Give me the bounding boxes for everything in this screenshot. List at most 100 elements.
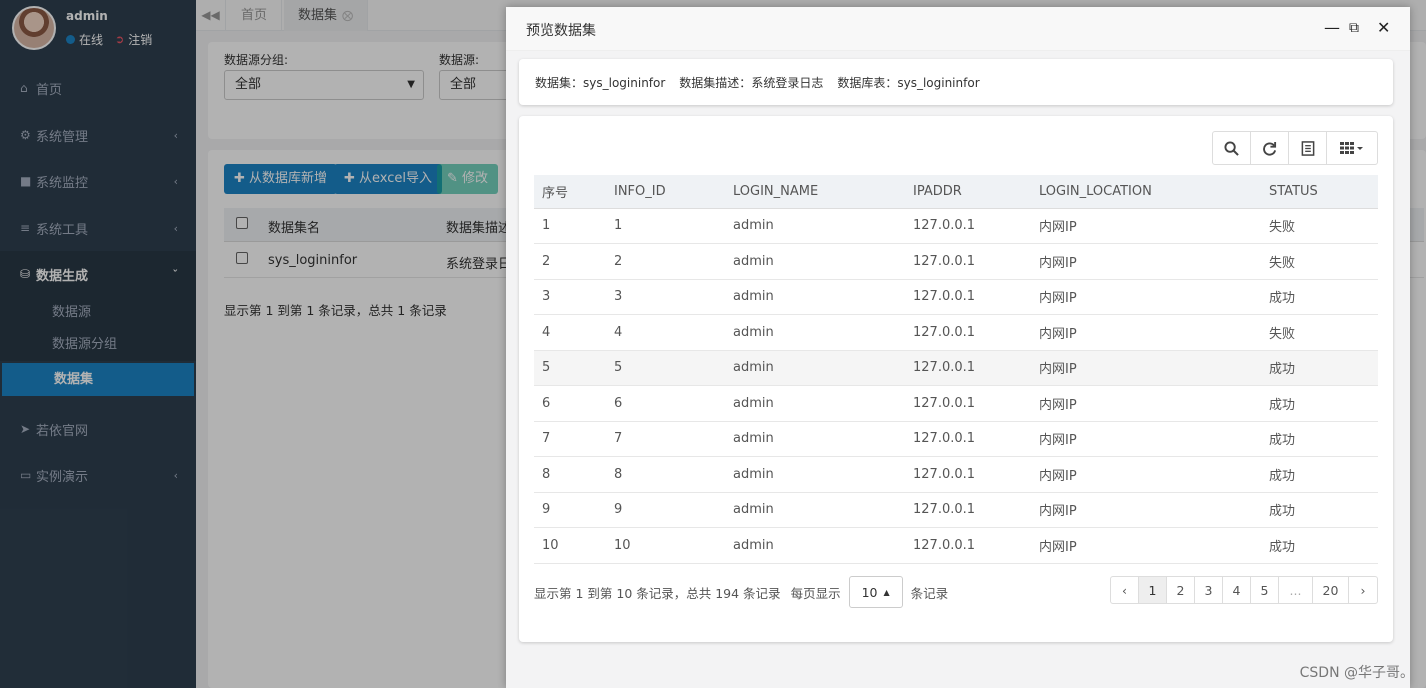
cell-seq: 2 [534, 243, 606, 280]
desc-value: 系统登录日志 [751, 75, 824, 90]
dataset-value: sys_logininfor [583, 75, 666, 90]
table-row[interactable]: 8 8 admin 127.0.0.1 内网IP 成功 [534, 456, 1378, 493]
page-button[interactable]: 1 [1139, 577, 1167, 603]
table-value: sys_logininfor [897, 75, 980, 90]
table-row[interactable]: 5 5 admin 127.0.0.1 内网IP 成功 [534, 350, 1378, 386]
cell-seq: 6 [534, 385, 606, 422]
dataset-table-info: 数据库表：sys_logininfor [837, 74, 979, 91]
page-button[interactable]: 3 [1195, 577, 1223, 603]
search-icon[interactable] [1213, 132, 1251, 164]
cell-ipaddr: 127.0.0.1 [905, 350, 1031, 386]
table-row[interactable]: 3 3 admin 127.0.0.1 内网IP 成功 [534, 279, 1378, 315]
cell-login-location: 内网IP [1031, 350, 1261, 386]
cell-login-name: admin [725, 492, 905, 528]
cell-seq: 10 [534, 527, 606, 564]
page-ellipsis: ... [1279, 577, 1313, 603]
per-page-suffix: 条记录 [910, 585, 949, 601]
cell-ipaddr: 127.0.0.1 [905, 421, 1031, 457]
page-button[interactable]: 2 [1167, 577, 1195, 603]
cell-status: 成功 [1261, 350, 1378, 386]
cell-login-location: 内网IP [1031, 279, 1261, 315]
cell-info-id: 2 [606, 243, 725, 280]
table-row[interactable]: 1 1 admin 127.0.0.1 内网IP 失败 [534, 208, 1378, 244]
page-size-value: 10 [861, 584, 878, 600]
cell-status: 失败 [1261, 208, 1378, 244]
cell-ipaddr: 127.0.0.1 [905, 314, 1031, 351]
table-row[interactable]: 7 7 admin 127.0.0.1 内网IP 成功 [534, 421, 1378, 457]
minimize-icon[interactable]: — [1324, 19, 1340, 37]
cell-info-id: 3 [606, 279, 725, 315]
cell-ipaddr: 127.0.0.1 [905, 208, 1031, 244]
preview-table: 序号 INFO_ID LOGIN_NAME IPADDR LOGIN_LOCAT… [534, 175, 1378, 564]
col-status[interactable]: STATUS [1261, 175, 1378, 209]
cell-info-id: 10 [606, 527, 725, 564]
refresh-icon[interactable] [1251, 132, 1289, 164]
cell-login-location: 内网IP [1031, 385, 1261, 422]
watermark: CSDN @华子哥。 [1299, 665, 1414, 681]
cell-login-location: 内网IP [1031, 314, 1261, 351]
dialog-title: 预览数据集 [526, 23, 596, 39]
cell-seq: 1 [534, 208, 606, 244]
cell-login-name: admin [725, 456, 905, 493]
col-login-location[interactable]: LOGIN_LOCATION [1031, 175, 1261, 209]
cell-status: 失败 [1261, 243, 1378, 280]
table-row[interactable]: 4 4 admin 127.0.0.1 内网IP 失败 [534, 314, 1378, 351]
col-info-id[interactable]: INFO_ID [606, 175, 725, 209]
table-row[interactable]: 6 6 admin 127.0.0.1 内网IP 成功 [534, 385, 1378, 422]
col-login-name[interactable]: LOGIN_NAME [725, 175, 905, 209]
col-ipaddr[interactable]: IPADDR [905, 175, 1031, 209]
page-button[interactable]: 5 [1251, 577, 1279, 603]
cell-ipaddr: 127.0.0.1 [905, 385, 1031, 422]
per-page-prefix: 每页显示 [790, 585, 841, 601]
preview-grid-card: 序号 INFO_ID LOGIN_NAME IPADDR LOGIN_LOCAT… [519, 116, 1393, 642]
page-prev-button[interactable]: ‹ [1111, 577, 1139, 603]
cell-seq: 4 [534, 314, 606, 351]
cell-status: 失败 [1261, 314, 1378, 351]
desc-label: 数据集描述： [679, 75, 752, 90]
dataset-desc-info: 数据集描述：系统登录日志 [679, 74, 823, 91]
col-seq[interactable]: 序号 [534, 175, 606, 209]
cell-status: 成功 [1261, 385, 1378, 422]
maximize-icon[interactable]: ⧉ [1349, 19, 1359, 37]
caret-up-icon: ▲ [883, 587, 890, 597]
cell-seq: 9 [534, 492, 606, 528]
cell-login-name: admin [725, 314, 905, 351]
cell-seq: 8 [534, 456, 606, 493]
cell-info-id: 7 [606, 421, 725, 457]
cell-info-id: 6 [606, 385, 725, 422]
cell-status: 成功 [1261, 492, 1378, 528]
cell-login-name: admin [725, 421, 905, 457]
page-button[interactable]: 4 [1223, 577, 1251, 603]
table-row[interactable]: 10 10 admin 127.0.0.1 内网IP 成功 [534, 527, 1378, 564]
cell-info-id: 5 [606, 350, 725, 386]
cell-info-id: 1 [606, 208, 725, 244]
page-button[interactable]: 20 [1313, 577, 1349, 603]
cell-login-name: admin [725, 279, 905, 315]
table-row[interactable]: 9 9 admin 127.0.0.1 内网IP 成功 [534, 492, 1378, 528]
cell-login-location: 内网IP [1031, 527, 1261, 564]
table-row[interactable]: 2 2 admin 127.0.0.1 内网IP 失败 [534, 243, 1378, 280]
page-next-button[interactable]: › [1349, 577, 1377, 603]
close-icon[interactable]: ✕ [1377, 19, 1390, 37]
cell-login-location: 内网IP [1031, 492, 1261, 528]
cell-status: 成功 [1261, 421, 1378, 457]
page-size-dropdown[interactable]: 10 ▲ [848, 576, 903, 608]
cell-login-location: 内网IP [1031, 421, 1261, 457]
pagination-info: 显示第 1 到第 10 条记录，总共 194 条记录 每页显示 10 ▲ 条记录 [534, 576, 948, 608]
table-label: 数据库表： [837, 75, 898, 90]
cell-login-location: 内网IP [1031, 243, 1261, 280]
dataset-info-card: 数据集：sys_logininfor 数据集描述：系统登录日志 数据库表：sys… [519, 59, 1393, 105]
pagination: ‹ 1 2 3 4 5 ... 20 › [1110, 576, 1378, 604]
cell-ipaddr: 127.0.0.1 [905, 527, 1031, 564]
cell-seq: 5 [534, 350, 606, 386]
columns-icon[interactable] [1327, 132, 1377, 164]
cell-status: 成功 [1261, 279, 1378, 315]
cell-status: 成功 [1261, 527, 1378, 564]
dataset-info: 数据集：sys_logininfor [535, 74, 665, 91]
toggle-view-icon[interactable] [1289, 132, 1327, 164]
cell-login-name: admin [725, 527, 905, 564]
cell-info-id: 9 [606, 492, 725, 528]
cell-ipaddr: 127.0.0.1 [905, 279, 1031, 315]
table-header-row: 序号 INFO_ID LOGIN_NAME IPADDR LOGIN_LOCAT… [534, 175, 1378, 209]
cell-status: 成功 [1261, 456, 1378, 493]
